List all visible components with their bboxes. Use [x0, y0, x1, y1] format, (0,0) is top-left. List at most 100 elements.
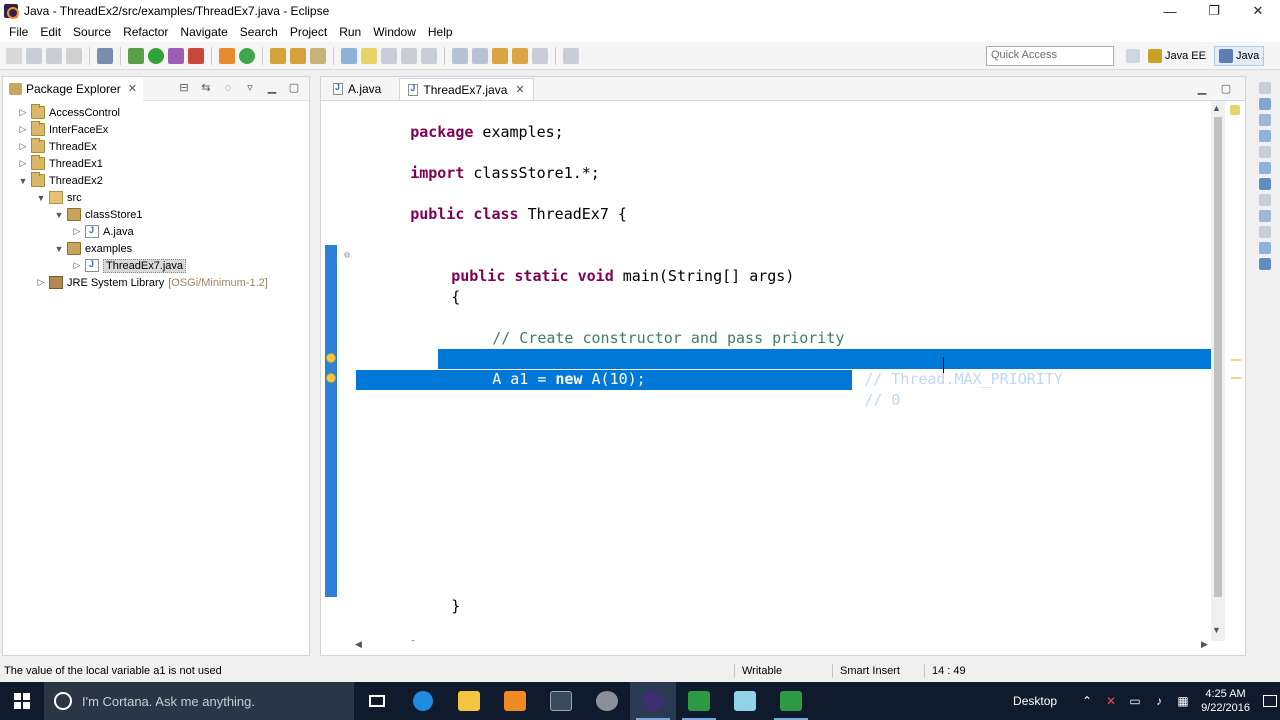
- taskbar-app-camtasia-1[interactable]: [676, 682, 722, 720]
- maximize-view-icon[interactable]: ▢: [287, 81, 301, 94]
- minimize-editor-icon[interactable]: ▁: [1195, 82, 1209, 95]
- network-disconnected-icon[interactable]: ✕: [1103, 694, 1119, 708]
- new-java-package-icon[interactable]: [219, 47, 235, 64]
- skip-breakpoints-icon[interactable]: [97, 47, 113, 64]
- save-icon[interactable]: [26, 47, 42, 64]
- chevron-down-icon[interactable]: ▼: [53, 210, 65, 220]
- tree-item-jre-system-library[interactable]: ▷ JRE System Library [OSGi/Minimum-1.2]: [3, 274, 309, 291]
- taskbar-app-notes[interactable]: [722, 682, 768, 720]
- editor-tab-a-java[interactable]: A.java: [325, 78, 389, 100]
- close-button[interactable]: ✕: [1236, 0, 1280, 22]
- run-icon[interactable]: [148, 47, 164, 64]
- forward-icon[interactable]: [532, 47, 548, 64]
- coverage-icon[interactable]: [168, 47, 184, 64]
- horizontal-scrollbar[interactable]: ◀ ▶: [351, 639, 1213, 653]
- link-with-editor-icon[interactable]: ⇆: [199, 81, 213, 94]
- keyboard-icon[interactable]: ▦: [1175, 694, 1191, 708]
- battery-icon[interactable]: ▭: [1127, 694, 1143, 708]
- external-tools-icon[interactable]: [188, 47, 204, 64]
- previous-annotation-icon[interactable]: [472, 47, 488, 64]
- pin-editor-icon[interactable]: [563, 47, 579, 64]
- vertical-scrollbar[interactable]: ▲ ▼: [1211, 101, 1225, 641]
- scroll-up-icon[interactable]: ▲: [1212, 103, 1221, 113]
- show-hidden-icons-icon[interactable]: ⌃: [1079, 694, 1095, 708]
- chevron-down-icon[interactable]: ▼: [53, 244, 65, 254]
- taskbar-app-edge[interactable]: [400, 682, 446, 720]
- warning-marker-icon[interactable]: [326, 353, 336, 363]
- print-icon[interactable]: [66, 47, 82, 64]
- menu-file[interactable]: File: [3, 25, 34, 39]
- chevron-right-icon[interactable]: ▷: [35, 277, 47, 288]
- tree-item-src[interactable]: ▼ src: [3, 189, 309, 206]
- menu-project[interactable]: Project: [284, 25, 333, 39]
- scroll-down-icon[interactable]: ▼: [1212, 625, 1221, 635]
- tree-item-examples[interactable]: ▼ examples: [3, 240, 309, 257]
- maximize-button[interactable]: ❐: [1192, 0, 1236, 22]
- debug-icon[interactable]: [128, 47, 144, 64]
- console-icon[interactable]: [1259, 178, 1271, 190]
- fold-collapse-icon[interactable]: ⊖: [344, 250, 350, 261]
- desktop-toolbar-label[interactable]: Desktop: [1013, 694, 1057, 708]
- chevron-right-icon[interactable]: ▷: [17, 141, 29, 152]
- show-whitespace-icon[interactable]: [381, 47, 397, 64]
- tree-item-threadex1[interactable]: ▷ ThreadEx1: [3, 155, 309, 172]
- scroll-left-icon[interactable]: ◀: [355, 639, 362, 650]
- next-annotation-icon[interactable]: [452, 47, 468, 64]
- minimize-button[interactable]: —: [1148, 0, 1192, 22]
- overview-ruler[interactable]: [1227, 101, 1245, 641]
- outline-icon[interactable]: [1259, 114, 1271, 126]
- back-icon[interactable]: [512, 47, 528, 64]
- chevron-right-icon[interactable]: ▷: [71, 226, 83, 237]
- open-perspective-icon[interactable]: [1126, 49, 1140, 63]
- chevron-right-icon[interactable]: ▷: [17, 158, 29, 169]
- taskbar-app-tool[interactable]: [584, 682, 630, 720]
- close-view-icon[interactable]: ✕: [128, 82, 137, 95]
- taskbar-app-paint[interactable]: [492, 682, 538, 720]
- volume-icon[interactable]: ♪: [1151, 694, 1167, 708]
- tree-item-classstore1[interactable]: ▼ classStore1: [3, 206, 309, 223]
- taskbar-clock[interactable]: 4:25 AM 9/22/2016: [1201, 687, 1250, 715]
- overview-warning-mark[interactable]: [1231, 359, 1241, 361]
- restore-icon[interactable]: [1259, 226, 1271, 238]
- new-java-class-icon[interactable]: [239, 47, 255, 64]
- start-button[interactable]: [0, 682, 44, 720]
- menu-window[interactable]: Window: [367, 25, 422, 39]
- chevron-right-icon[interactable]: ▷: [17, 124, 29, 135]
- tree-item-threadex[interactable]: ▷ ThreadEx: [3, 138, 309, 155]
- scrollbar-thumb[interactable]: [1214, 117, 1222, 597]
- problems-icon[interactable]: [1259, 210, 1271, 222]
- outline-view-icon[interactable]: [1259, 258, 1271, 270]
- close-tab-icon[interactable]: ✕: [515, 83, 524, 96]
- open-task-icon[interactable]: [290, 47, 306, 64]
- open-type-icon[interactable]: [270, 47, 286, 64]
- search-icon[interactable]: [310, 47, 326, 64]
- menu-help[interactable]: Help: [422, 25, 459, 39]
- package-explorer-tab[interactable]: Package Explorer ✕: [3, 76, 143, 101]
- save-all-icon[interactable]: [46, 47, 62, 64]
- javadoc-icon[interactable]: [1259, 146, 1271, 158]
- menu-search[interactable]: Search: [234, 25, 284, 39]
- action-center-button[interactable]: [1260, 682, 1280, 720]
- restore-icon[interactable]: [1259, 194, 1271, 206]
- chevron-right-icon[interactable]: ▷: [71, 260, 83, 271]
- minimize-view-icon[interactable]: ▁: [265, 81, 279, 94]
- menu-run[interactable]: Run: [333, 25, 367, 39]
- cortana-search-box[interactable]: I'm Cortana. Ask me anything.: [44, 682, 354, 720]
- tree-item-accesscontrol[interactable]: ▷ AccessControl: [3, 104, 309, 121]
- toggle-highlight-icon[interactable]: [361, 47, 377, 64]
- new-icon[interactable]: [6, 47, 22, 64]
- taskbar-app-media[interactable]: [538, 682, 584, 720]
- tree-item-a-java[interactable]: ▷ A.java: [3, 223, 309, 240]
- overview-warning-mark[interactable]: [1231, 377, 1241, 379]
- focus-on-task-icon[interactable]: ◌: [221, 82, 235, 94]
- tree-item-interfaceex[interactable]: ▷ InterFaceEx: [3, 121, 309, 138]
- warning-marker-icon[interactable]: [326, 373, 336, 383]
- chevron-right-icon[interactable]: ▷: [17, 107, 29, 118]
- word-wrap-icon[interactable]: [421, 47, 437, 64]
- menu-refactor[interactable]: Refactor: [117, 25, 174, 39]
- task-view-button[interactable]: [354, 682, 400, 720]
- quick-access-input[interactable]: Quick Access: [986, 46, 1114, 66]
- scroll-right-icon[interactable]: ▶: [1201, 639, 1208, 650]
- taskbar-app-eclipse[interactable]: [630, 682, 676, 720]
- tree-item-threadex2[interactable]: ▼ ThreadEx2: [3, 172, 309, 189]
